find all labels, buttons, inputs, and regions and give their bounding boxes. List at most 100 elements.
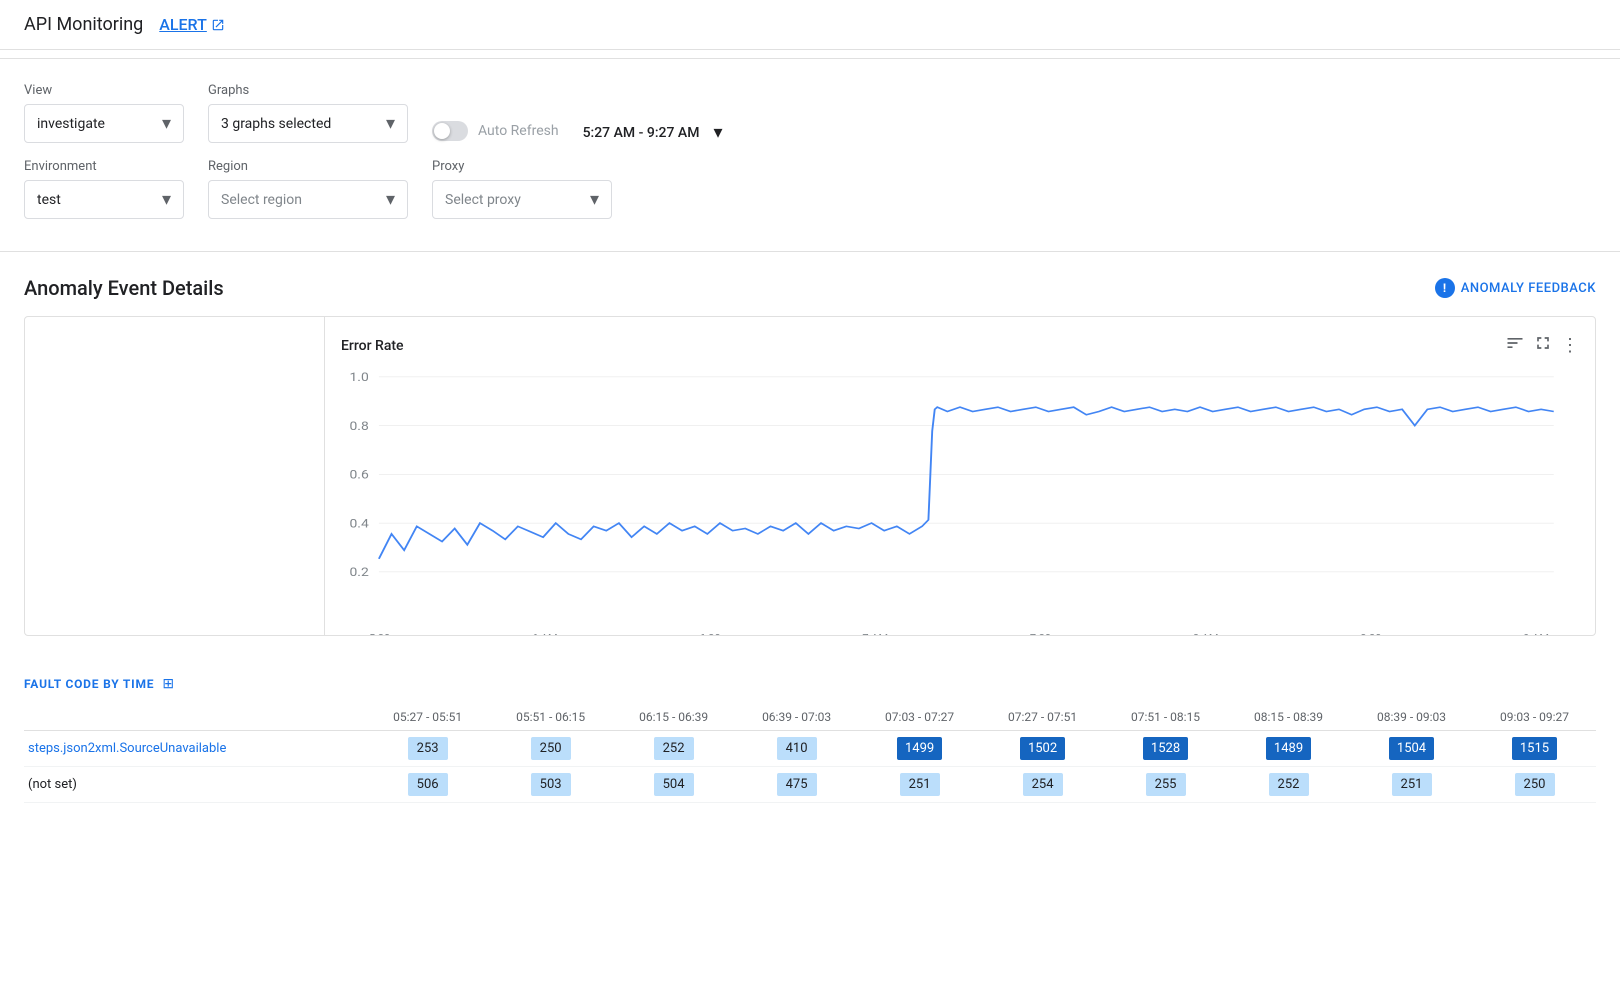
chart-actions: ⋮ [1505,333,1579,358]
cell-r1-c4: 410 [735,731,858,767]
auto-refresh-label: Auto Refresh [478,123,559,139]
col-0727-0751: 07:27 - 07:51 [981,704,1104,731]
graphs-value: 3 graphs selected [221,116,331,132]
time-range-selector[interactable]: 5:27 AM - 9:27 AM ▾ [583,122,723,143]
table-header-row: 05:27 - 05:51 05:51 - 06:15 06:15 - 06:3… [24,704,1596,731]
x-label-6am: 6 AM [532,632,558,636]
col-0903-0927: 09:03 - 09:27 [1473,704,1596,731]
region-label: Region [208,159,408,174]
not-set-label: (not set) [24,767,366,803]
col-0615-0639: 06:15 - 06:39 [612,704,735,731]
cell-r1-c7: 1528 [1104,731,1227,767]
anomaly-header: Anomaly Event Details ! ANOMALY FEEDBACK [24,276,1596,300]
region-control: Region Select region ▾ [208,159,408,219]
graphs-control: Graphs 3 graphs selected ▾ [208,83,408,143]
cell-r1-c10: 1515 [1473,731,1596,767]
proxy-chevron-icon: ▾ [590,189,599,210]
chart-title: Error Rate [341,338,404,354]
cell-r1-c2: 250 [489,731,612,767]
proxy-control: Proxy Select proxy ▾ [432,159,612,219]
view-chevron-icon: ▾ [162,113,171,134]
x-label-730: 7:30 [1030,632,1051,636]
cell-r2-c2: 503 [489,767,612,803]
fault-table-header: FAULT CODE BY TIME ⊞ [24,676,1596,692]
fault-table-title: FAULT CODE BY TIME [24,677,154,691]
chart-area: 1.0 0.8 0.6 0.4 0.2 5:30 6 AM 6:30 7 AM … [341,366,1579,626]
region-chevron-icon: ▾ [386,189,395,210]
region-placeholder: Select region [221,192,302,208]
col-0751-0815: 07:51 - 08:15 [1104,704,1227,731]
fault-table-section: FAULT CODE BY TIME ⊞ 05:27 - 05:51 05:51… [0,652,1620,803]
col-0639-0703: 06:39 - 07:03 [735,704,858,731]
chart-main: Error Rate ⋮ [325,317,1595,635]
graphs-chevron-icon: ▾ [386,113,395,134]
controls-section: View investigate ▾ Graphs 3 graphs selec… [0,67,1620,243]
cell-r1-c6: 1502 [981,731,1104,767]
view-control: View investigate ▾ [24,83,184,143]
col-0551-0615: 05:51 - 06:15 [489,704,612,731]
region-dropdown[interactable]: Select region ▾ [208,180,408,219]
svg-text:0.4: 0.4 [350,517,369,531]
col-0839-0903: 08:39 - 09:03 [1350,704,1473,731]
controls-divider [0,251,1620,252]
cell-r1-c3: 252 [612,731,735,767]
cell-r1-c1: 253 [366,731,489,767]
auto-refresh-toggle[interactable] [432,121,468,141]
chart-sidebar [25,317,325,635]
cell-r2-c9: 251 [1350,767,1473,803]
cell-r2-c10: 250 [1473,767,1596,803]
x-label-830: 8:30 [1360,632,1381,636]
cell-r2-c3: 504 [612,767,735,803]
chart-header: Error Rate ⋮ [341,333,1579,358]
environment-dropdown[interactable]: test ▾ [24,180,184,219]
app-title: API Monitoring [24,14,143,35]
anomaly-feedback-button[interactable]: ! ANOMALY FEEDBACK [1435,278,1596,298]
error-rate-chart: 1.0 0.8 0.6 0.4 0.2 [341,366,1579,626]
svg-text:0.2: 0.2 [350,566,369,580]
cell-r2-c5: 251 [858,767,981,803]
alert-link[interactable]: ALERT [159,15,225,34]
cell-r1-c5: 1499 [858,731,981,767]
cell-r2-c4: 475 [735,767,858,803]
time-range-value: 5:27 AM - 9:27 AM [583,125,700,141]
external-link-icon [211,18,225,32]
x-label-9am: 9 AM [1523,632,1549,636]
top-divider [0,58,1620,59]
x-label-8am: 8 AM [1193,632,1219,636]
environment-chevron-icon: ▾ [162,189,171,210]
environment-label: Environment [24,159,184,174]
fault-code-label: steps.json2xml.SourceUnavailable [24,731,366,767]
auto-refresh-group: Auto Refresh [432,121,559,143]
feedback-label: ANOMALY FEEDBACK [1461,281,1596,296]
view-dropdown[interactable]: investigate ▾ [24,104,184,143]
cell-r2-c8: 252 [1227,767,1350,803]
controls-row-1: View investigate ▾ Graphs 3 graphs selec… [24,83,1596,143]
x-label-630: 6:30 [699,632,720,636]
top-bar: API Monitoring ALERT [0,0,1620,50]
cell-r1-c8: 1489 [1227,731,1350,767]
expand-icon[interactable] [1533,333,1553,358]
table-row: (not set) 506 503 504 475 251 254 255 25… [24,767,1596,803]
col-0815-0839: 08:15 - 08:39 [1227,704,1350,731]
time-range-chevron-icon: ▾ [713,122,722,143]
graphs-dropdown[interactable]: 3 graphs selected ▾ [208,104,408,143]
more-options-icon[interactable]: ⋮ [1561,335,1579,356]
svg-text:0.8: 0.8 [350,420,369,434]
feedback-icon: ! [1435,278,1455,298]
col-0703-0727: 07:03 - 07:27 [858,704,981,731]
graphs-label: Graphs [208,83,408,98]
controls-row-2: Environment test ▾ Region Select region … [24,159,1596,219]
cell-r2-c6: 254 [981,767,1104,803]
expand-table-icon[interactable]: ⊞ [162,676,174,692]
legend-icon[interactable] [1505,333,1525,358]
cell-r2-c1: 506 [366,767,489,803]
proxy-placeholder: Select proxy [445,192,521,208]
view-label: View [24,83,184,98]
environment-value: test [37,192,61,208]
x-axis: 5:30 6 AM 6:30 7 AM 7:30 8 AM 8:30 9 AM [341,630,1579,636]
proxy-dropdown[interactable]: Select proxy ▾ [432,180,612,219]
col-label [24,704,366,731]
chart-container: Error Rate ⋮ [24,316,1596,636]
anomaly-section: Anomaly Event Details ! ANOMALY FEEDBACK… [0,260,1620,652]
table-row: steps.json2xml.SourceUnavailable 253 250… [24,731,1596,767]
